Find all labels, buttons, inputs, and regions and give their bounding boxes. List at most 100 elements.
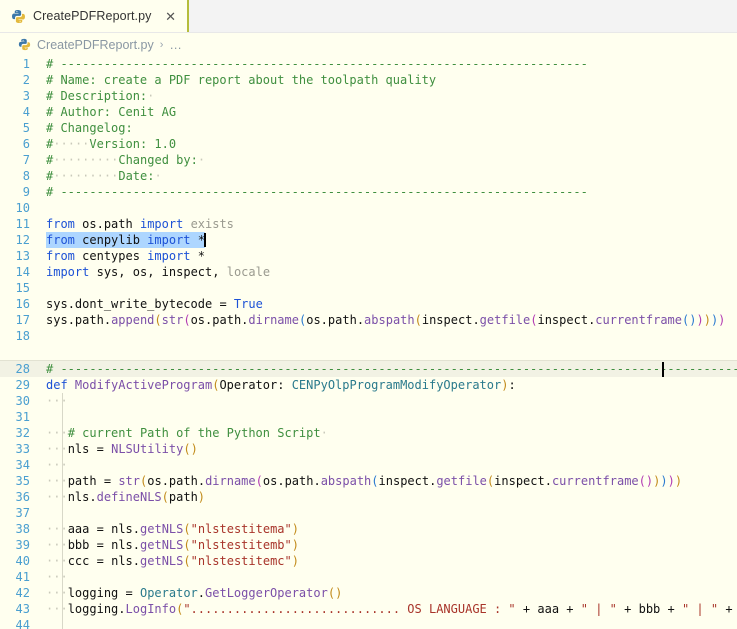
line-text[interactable]: ··· [44, 457, 737, 473]
line-number: 8 [0, 168, 44, 184]
code-line[interactable]: 18 [0, 328, 737, 344]
tab-bar: CreatePDFReport.py ✕ [0, 0, 737, 33]
line-number: 37 [0, 505, 44, 521]
code-line[interactable]: 2# Name: create a PDF report about the t… [0, 72, 737, 88]
code-line[interactable]: 43···logging.LogInfo("..................… [0, 601, 737, 617]
code-line[interactable]: 15 [0, 280, 737, 296]
tab-label: CreatePDFReport.py [33, 9, 152, 23]
code-line[interactable]: 35···path = str(os.path.dirname(os.path.… [0, 473, 737, 489]
code-line[interactable]: 8#·········Date:· [0, 168, 737, 184]
code-line[interactable]: 7#·········Changed by:· [0, 152, 737, 168]
line-text[interactable]: ··· [44, 393, 737, 409]
line-number: 2 [0, 72, 44, 88]
line-number: 18 [0, 328, 44, 344]
code-line[interactable]: 11from os.path import exists [0, 216, 737, 232]
line-text[interactable]: ···ccc = nls.getNLS("nlstestitemc") [44, 553, 737, 569]
line-text[interactable]: #·····Version: 1.0 [44, 136, 737, 152]
code-line[interactable]: 41··· [0, 569, 737, 585]
code-line[interactable]: 30··· [0, 393, 737, 409]
breadcrumb-more[interactable]: … [169, 38, 182, 52]
line-number: 30 [0, 393, 44, 409]
code-line[interactable]: 14import sys, os, inspect, locale [0, 264, 737, 280]
code-line[interactable]: 9# -------------------------------------… [0, 184, 737, 200]
line-text[interactable]: # --------------------------------------… [44, 361, 737, 377]
code-editor[interactable]: 1# -------------------------------------… [0, 56, 737, 629]
code-line[interactable]: 37 [0, 505, 737, 521]
line-text[interactable]: ···nls = NLSUtility() [44, 441, 737, 457]
code-line[interactable]: 36···nls.defineNLS(path) [0, 489, 737, 505]
chevron-right-icon: › [160, 39, 164, 51]
code-line[interactable]: 32···# current Path of the Python Script… [0, 425, 737, 441]
line-text[interactable]: sys.dont_write_bytecode = True [44, 296, 737, 312]
line-text[interactable]: ···aaa = nls.getNLS("nlstestitema") [44, 521, 737, 537]
line-number: 13 [0, 248, 44, 264]
code-line[interactable]: 42···logging = Operator.GetLoggerOperato… [0, 585, 737, 601]
code-line[interactable]: 1# -------------------------------------… [0, 56, 737, 72]
code-line[interactable]: 5# Changelog: [0, 120, 737, 136]
line-number: 11 [0, 216, 44, 232]
line-text[interactable]: ···logging = Operator.GetLoggerOperator(… [44, 585, 737, 601]
line-number: 36 [0, 489, 44, 505]
code-line[interactable]: 3# Description:· [0, 88, 737, 104]
code-line[interactable]: 16sys.dont_write_bytecode = True [0, 296, 737, 312]
code-line[interactable]: 13from centypes import * [0, 248, 737, 264]
tab-createpdfreport[interactable]: CreatePDFReport.py ✕ [0, 0, 189, 32]
line-number: 39 [0, 537, 44, 553]
code-line[interactable]: 29def ModifyActiveProgram(Operator: CENP… [0, 377, 737, 393]
code-line[interactable]: 17sys.path.append(str(os.path.dirname(os… [0, 312, 737, 328]
line-number: 32 [0, 425, 44, 441]
code-line[interactable]: 40···ccc = nls.getNLS("nlstestitemc") [0, 553, 737, 569]
code-content[interactable]: 1# -------------------------------------… [0, 56, 737, 629]
code-line[interactable]: 33···nls = NLSUtility() [0, 441, 737, 457]
line-number: 35 [0, 473, 44, 489]
line-text[interactable]: # Changelog: [44, 120, 737, 136]
line-text[interactable]: ···nls.defineNLS(path) [44, 489, 737, 505]
code-line[interactable]: 38···aaa = nls.getNLS("nlstestitema") [0, 521, 737, 537]
code-line[interactable]: 28# ------------------------------------… [0, 361, 737, 377]
line-number: 16 [0, 296, 44, 312]
line-text[interactable]: def ModifyActiveProgram(Operator: CENPyO… [44, 377, 737, 393]
line-number: 38 [0, 521, 44, 537]
line-text-selected[interactable]: from cenpylib import * [44, 232, 737, 248]
line-text[interactable]: sys.path.append(str(os.path.dirname(os.p… [44, 312, 737, 328]
line-number: 12 [0, 232, 44, 248]
line-text[interactable]: from centypes import * [44, 248, 737, 264]
close-icon[interactable]: ✕ [163, 8, 179, 24]
code-line[interactable]: 39···bbb = nls.getNLS("nlstestitemb") [0, 537, 737, 553]
line-number: 34 [0, 457, 44, 473]
line-number: 3 [0, 88, 44, 104]
folded-region-gap [0, 344, 737, 360]
code-line[interactable]: 44 [0, 617, 737, 629]
python-icon [11, 9, 26, 24]
line-text[interactable]: #·········Date:· [44, 168, 737, 184]
line-text[interactable]: from os.path import exists [44, 216, 737, 232]
code-line[interactable]: 31 [0, 409, 737, 425]
code-line[interactable]: 4# Author: Cenit AG [0, 104, 737, 120]
code-line[interactable]: 10 [0, 200, 737, 216]
line-text[interactable]: ···bbb = nls.getNLS("nlstestitemb") [44, 537, 737, 553]
line-number: 10 [0, 200, 44, 216]
line-text[interactable]: # Description:· [44, 88, 737, 104]
line-text[interactable]: # Author: Cenit AG [44, 104, 737, 120]
line-number: 40 [0, 553, 44, 569]
breadcrumb: CreatePDFReport.py › … [0, 33, 737, 56]
code-line[interactable]: 34··· [0, 457, 737, 473]
code-line[interactable]: 12from cenpylib import * [0, 232, 737, 248]
line-number: 6 [0, 136, 44, 152]
line-text[interactable]: ···path = str(os.path.dirname(os.path.ab… [44, 473, 737, 489]
line-number: 28 [0, 361, 44, 377]
line-text[interactable]: # Name: create a PDF report about the to… [44, 72, 737, 88]
line-text[interactable]: # --------------------------------------… [44, 184, 737, 200]
breadcrumb-file[interactable]: CreatePDFReport.py [37, 38, 154, 52]
line-text[interactable]: # --------------------------------------… [44, 56, 737, 72]
line-number: 5 [0, 120, 44, 136]
line-number: 41 [0, 569, 44, 585]
line-number: 29 [0, 377, 44, 393]
line-text[interactable]: ··· [44, 569, 737, 585]
line-text[interactable]: ···logging.LogInfo("....................… [44, 601, 737, 617]
line-text[interactable]: import sys, os, inspect, locale [44, 264, 737, 280]
code-line[interactable]: 6#·····Version: 1.0 [0, 136, 737, 152]
line-text[interactable]: ···# current Path of the Python Script· [44, 425, 737, 441]
tab-bar-empty-area [189, 0, 737, 32]
line-text[interactable]: #·········Changed by:· [44, 152, 737, 168]
